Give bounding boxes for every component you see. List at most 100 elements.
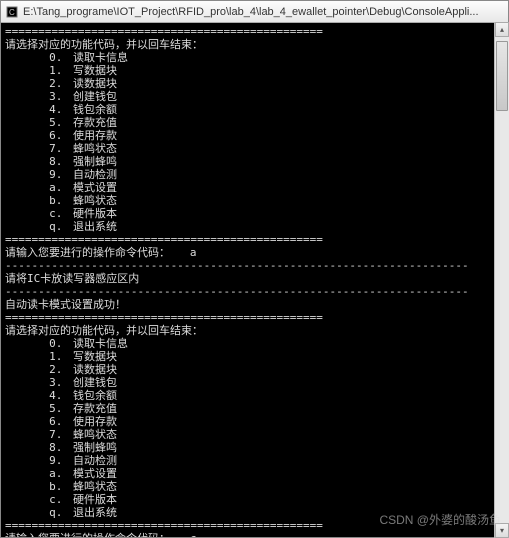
menu-key: 9.: [5, 168, 73, 181]
menu-item: 1. 写数据块: [5, 64, 504, 77]
menu-label: 读数据块: [73, 77, 117, 90]
menu-key: 2.: [5, 77, 73, 90]
menu-item: 9. 自动检测: [5, 168, 504, 181]
titlebar[interactable]: C E:\Tang_programe\IOT_Project\RFID_pro\…: [1, 1, 508, 23]
menu-item: 5. 存款充值: [5, 402, 504, 415]
menu-label: 硬件版本: [73, 493, 117, 506]
menu-label: 使用存款: [73, 129, 117, 142]
console-output: ========================================…: [1, 23, 508, 537]
menu-item: 0. 读取卡信息: [5, 51, 504, 64]
menu-item: 9. 自动检测: [5, 454, 504, 467]
menu-key: a.: [5, 467, 73, 480]
menu-label: 蜂鸣状态: [73, 480, 117, 493]
menu-item: b. 蜂鸣状态: [5, 194, 504, 207]
menu-label: 存款充值: [73, 116, 117, 129]
menu-label: 钱包余额: [73, 389, 117, 402]
menu-label: 强制蜂鸣: [73, 155, 117, 168]
menu-key: 5.: [5, 116, 73, 129]
separator: ========================================…: [5, 311, 504, 324]
menu-label: 模式设置: [73, 181, 117, 194]
menu-key: 0.: [5, 337, 73, 350]
menu-item: 7. 蜂鸣状态: [5, 428, 504, 441]
menu-label: 硬件版本: [73, 207, 117, 220]
command-input[interactable]: c: [170, 532, 197, 537]
separator: ----------------------------------------…: [5, 259, 504, 272]
menu-key: 1.: [5, 350, 73, 363]
menu-item: 3. 创建钱包: [5, 90, 504, 103]
menu-key: 6.: [5, 129, 73, 142]
menu-label: 钱包余额: [73, 103, 117, 116]
menu-item: 8. 强制蜂鸣: [5, 155, 504, 168]
menu-key: c.: [5, 207, 73, 220]
menu-key: 3.: [5, 90, 73, 103]
output-line: 请将IC卡放读写器感应区内: [5, 272, 504, 285]
separator: ========================================…: [5, 25, 504, 38]
separator: ========================================…: [5, 233, 504, 246]
menu-key: c.: [5, 493, 73, 506]
menu-label: 退出系统: [73, 506, 117, 519]
menu-item: 5. 存款充值: [5, 116, 504, 129]
prompt-select: 请选择对应的功能代码，并以回车结束：: [5, 324, 504, 337]
menu-label: 强制蜂鸣: [73, 441, 117, 454]
menu-key: 9.: [5, 454, 73, 467]
menu-label: 读取卡信息: [73, 51, 128, 64]
menu-label: 退出系统: [73, 220, 117, 233]
menu-label: 创建钱包: [73, 90, 117, 103]
menu-label: 写数据块: [73, 350, 117, 363]
menu-item: 0. 读取卡信息: [5, 337, 504, 350]
menu-key: 4.: [5, 103, 73, 116]
menu-item: 2. 读数据块: [5, 77, 504, 90]
menu-label: 读数据块: [73, 363, 117, 376]
window-title: E:\Tang_programe\IOT_Project\RFID_pro\la…: [23, 6, 479, 18]
menu-label: 自动检测: [73, 454, 117, 467]
menu-item: c. 硬件版本: [5, 493, 504, 506]
separator: ----------------------------------------…: [5, 285, 504, 298]
menu-key: 5.: [5, 402, 73, 415]
menu-label: 使用存款: [73, 415, 117, 428]
menu-item: 7. 蜂鸣状态: [5, 142, 504, 155]
menu-key: 4.: [5, 389, 73, 402]
menu-item: 8. 强制蜂鸣: [5, 441, 504, 454]
command-input[interactable]: a: [170, 246, 197, 259]
menu-key: 1.: [5, 64, 73, 77]
menu-label: 存款充值: [73, 402, 117, 415]
menu-item: 2. 读数据块: [5, 363, 504, 376]
menu-key: 8.: [5, 155, 73, 168]
menu-label: 蜂鸣状态: [73, 142, 117, 155]
prompt-select: 请选择对应的功能代码，并以回车结束：: [5, 38, 504, 51]
menu-label: 写数据块: [73, 64, 117, 77]
prompt-label: 请输入您要进行的操作命令代码：: [5, 532, 170, 537]
menu-key: 0.: [5, 51, 73, 64]
menu-key: b.: [5, 194, 73, 207]
console-window: C E:\Tang_programe\IOT_Project\RFID_pro\…: [0, 0, 509, 538]
menu-label: 蜂鸣状态: [73, 194, 117, 207]
menu-item: 6. 使用存款: [5, 129, 504, 142]
menu-item: b. 蜂鸣状态: [5, 480, 504, 493]
scroll-down-button[interactable]: ▾: [495, 523, 509, 538]
scroll-track[interactable]: [495, 37, 509, 523]
menu-key: 2.: [5, 363, 73, 376]
menu-item: q. 退出系统: [5, 506, 504, 519]
menu-item: a. 模式设置: [5, 181, 504, 194]
scroll-up-button[interactable]: ▴: [495, 22, 509, 37]
prompt-label: 请输入您要进行的操作命令代码：: [5, 246, 170, 259]
separator: ========================================…: [5, 519, 504, 532]
scroll-thumb[interactable]: [496, 41, 508, 111]
menu-item: q. 退出系统: [5, 220, 504, 233]
menu-label: 创建钱包: [73, 376, 117, 389]
menu-key: a.: [5, 181, 73, 194]
vertical-scrollbar[interactable]: ▴ ▾: [494, 22, 509, 538]
menu-item: a. 模式设置: [5, 467, 504, 480]
output-line: 自动读卡模式设置成功！: [5, 298, 504, 311]
command-prompt[interactable]: 请输入您要进行的操作命令代码： c: [5, 532, 504, 537]
menu-key: b.: [5, 480, 73, 493]
command-prompt[interactable]: 请输入您要进行的操作命令代码： a: [5, 246, 504, 259]
menu-label: 读取卡信息: [73, 337, 128, 350]
menu-key: 8.: [5, 441, 73, 454]
svg-text:C: C: [9, 8, 15, 17]
menu-item: 3. 创建钱包: [5, 376, 504, 389]
menu-item: 4. 钱包余额: [5, 389, 504, 402]
menu-key: 7.: [5, 428, 73, 441]
menu-key: 3.: [5, 376, 73, 389]
menu-key: q.: [5, 220, 73, 233]
